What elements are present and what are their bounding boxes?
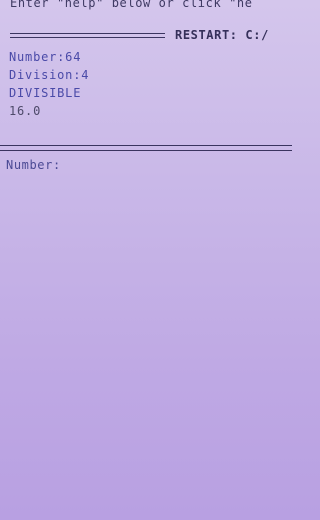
output-line-number: Number:64 xyxy=(9,50,82,64)
section-divider xyxy=(0,145,292,151)
restart-rule xyxy=(10,33,165,38)
python-shell-window: Enter "help" below or click "he RESTART:… xyxy=(0,0,292,520)
output-area: Number:64 Division:4 DIVISIBLE 16.0 xyxy=(9,48,89,120)
restart-label: RESTART: C:/ xyxy=(175,28,269,42)
output-line-divisible: DIVISIBLE xyxy=(9,86,82,100)
number-input[interactable] xyxy=(76,156,290,176)
output-line-division: Division:4 xyxy=(9,68,90,82)
shell-banner-text: Enter "help" below or click "he xyxy=(10,0,253,10)
output-line-result: 16.0 xyxy=(9,104,42,118)
number-prompt-label: Number: xyxy=(6,158,61,172)
restart-separator: RESTART: C:/ xyxy=(10,28,292,44)
